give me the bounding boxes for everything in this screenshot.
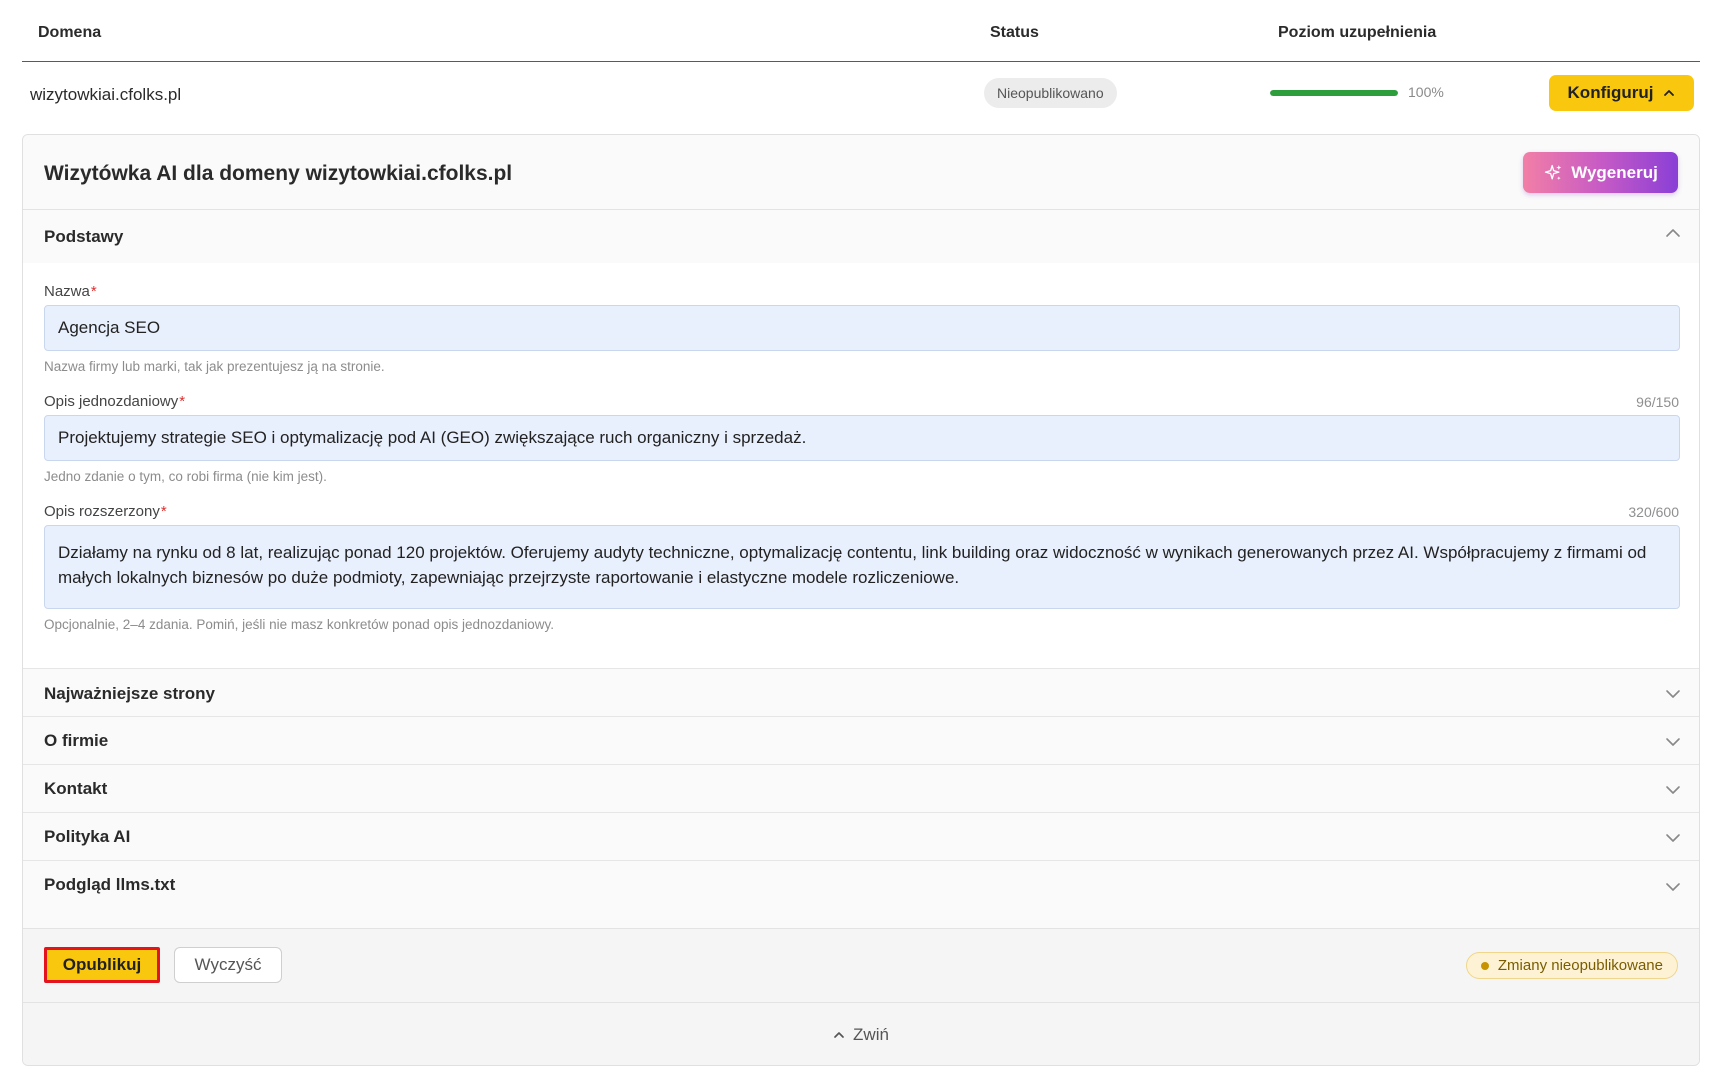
table-header: Domena Status Poziom uzupełnienia [22, 0, 1700, 62]
unpublished-changes-badge: Zmiany nieopublikowane [1465, 952, 1678, 979]
section-llms-preview-header[interactable]: Podgląd llms.txt [23, 861, 1699, 929]
long-description-label: Opis rozszerzony* [44, 503, 167, 520]
progress-fill [1270, 90, 1398, 96]
generate-button-label: Wygeneruj [1571, 162, 1658, 182]
chevron-up-icon [834, 1032, 844, 1038]
section-contact-label: Kontakt [44, 779, 108, 798]
unpublished-changes-label: Zmiany nieopublikowane [1497, 957, 1663, 974]
section-pages-label: Najważniejsze strony [44, 684, 216, 703]
chevron-down-icon [1666, 834, 1680, 842]
section-about-label: O firmie [44, 731, 109, 750]
configure-button[interactable]: Konfiguruj [1549, 75, 1694, 111]
short-description-hint: Jedno zdanie o tym, co robi firma (nie k… [44, 469, 327, 484]
section-pages-header[interactable]: Najważniejsze strony [23, 669, 1699, 717]
section-basics-header[interactable]: Podstawy [23, 211, 1699, 263]
card-header: Wizytówka AI dla domeny wizytowkiai.cfol… [23, 135, 1699, 210]
long-description-counter: 320/600 [1628, 504, 1679, 520]
column-header-completion: Poziom uzupełnienia [1278, 24, 1437, 41]
ai-card-panel: Wizytówka AI dla domeny wizytowkiai.cfol… [22, 134, 1700, 1066]
chevron-down-icon [1666, 883, 1680, 891]
configure-button-label: Konfiguruj [1567, 83, 1654, 102]
section-ai-policy-header[interactable]: Polityka AI [23, 813, 1699, 861]
status-badge: Nieopublikowano [984, 78, 1117, 108]
short-description-input[interactable] [44, 415, 1680, 461]
card-footer: Opublikuj Wyczyść Zmiany nieopublikowane [23, 929, 1699, 1003]
section-basics-body: Nazwa* Nazwa firmy lub marki, tak jak pr… [23, 263, 1699, 669]
completion-percent: 100% [1408, 84, 1444, 100]
short-description-label: Opis jednozdaniowy* [44, 393, 186, 410]
generate-button[interactable]: Wygeneruj [1523, 152, 1678, 193]
long-description-textarea[interactable]: Działamy na rynku od 8 lat, realizując p… [44, 525, 1680, 609]
chevron-up-icon [1666, 229, 1680, 237]
status-dot-icon [1480, 961, 1489, 970]
column-header-status: Status [990, 24, 1039, 41]
chevron-down-icon [1666, 738, 1680, 746]
table-row: wizytowkiai.cfolks.pl Nieopublikowano 10… [22, 62, 1700, 132]
short-description-counter: 96/150 [1636, 394, 1679, 410]
completion-progress-bar [1270, 90, 1398, 96]
section-contact-header[interactable]: Kontakt [23, 765, 1699, 813]
column-header-domain: Domena [38, 24, 102, 41]
domain-name: wizytowkiai.cfolks.pl [30, 85, 182, 104]
long-description-hint: Opcjonalnie, 2–4 zdania. Pomiń, jeśli ni… [44, 617, 555, 632]
card-title: Wizytówka AI dla domeny wizytowkiai.cfol… [44, 162, 513, 185]
section-about-header[interactable]: O firmie [23, 717, 1699, 765]
publish-button[interactable]: Opublikuj [44, 947, 160, 983]
section-llms-preview-label: Podgląd llms.txt [44, 875, 176, 894]
section-basics-label: Podstawy [44, 227, 124, 246]
name-input[interactable] [44, 305, 1680, 351]
clear-button[interactable]: Wyczyść [174, 947, 282, 983]
chevron-up-icon [1664, 90, 1675, 96]
section-ai-policy-label: Polityka AI [44, 827, 131, 846]
chevron-down-icon [1666, 786, 1680, 794]
collapse-button[interactable]: Zwiń [23, 1003, 1699, 1065]
name-field-label: Nazwa* [44, 283, 97, 300]
collapse-label: Zwiń [853, 1025, 889, 1044]
sparkles-icon [1545, 164, 1562, 180]
name-field-hint: Nazwa firmy lub marki, tak jak prezentuj… [44, 359, 385, 374]
chevron-down-icon [1666, 690, 1680, 698]
